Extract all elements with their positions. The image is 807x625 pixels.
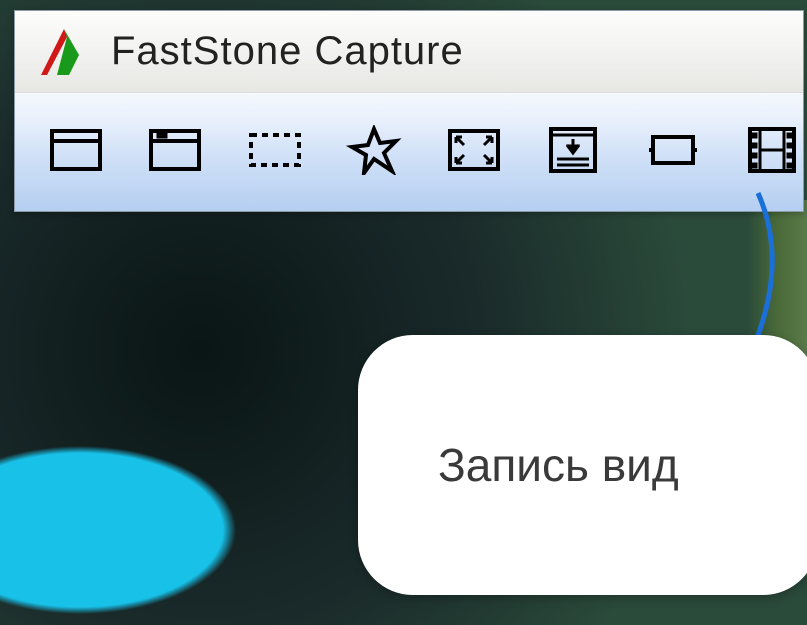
window-object-icon <box>147 125 203 180</box>
toolbar <box>15 93 803 211</box>
titlebar[interactable]: FastStone Capture <box>15 11 803 93</box>
freehand-star-icon <box>346 125 402 180</box>
capture-window-object-button[interactable] <box>145 122 207 184</box>
window-icon <box>48 125 104 180</box>
scrolling-window-icon <box>545 125 601 180</box>
faststone-capture-window: FastStone Capture <box>14 10 804 212</box>
annotation-callout: Запись вид <box>358 335 807 595</box>
capture-freehand-region-button[interactable] <box>344 122 406 184</box>
film-strip-icon <box>744 125 800 180</box>
capture-fixed-region-button[interactable] <box>642 122 704 184</box>
fixed-region-icon <box>645 125 701 180</box>
capture-scrolling-window-button[interactable] <box>543 122 605 184</box>
annotation-text: Запись вид <box>438 438 679 492</box>
screen-recorder-button[interactable] <box>742 122 804 184</box>
capture-full-screen-button[interactable] <box>443 122 505 184</box>
capture-rectangle-region-button[interactable] <box>244 122 306 184</box>
app-title: FastStone Capture <box>111 29 464 74</box>
fullscreen-icon <box>446 125 502 180</box>
app-logo-icon <box>37 25 91 79</box>
capture-active-window-button[interactable] <box>45 122 107 184</box>
rectangle-region-icon <box>247 125 303 180</box>
